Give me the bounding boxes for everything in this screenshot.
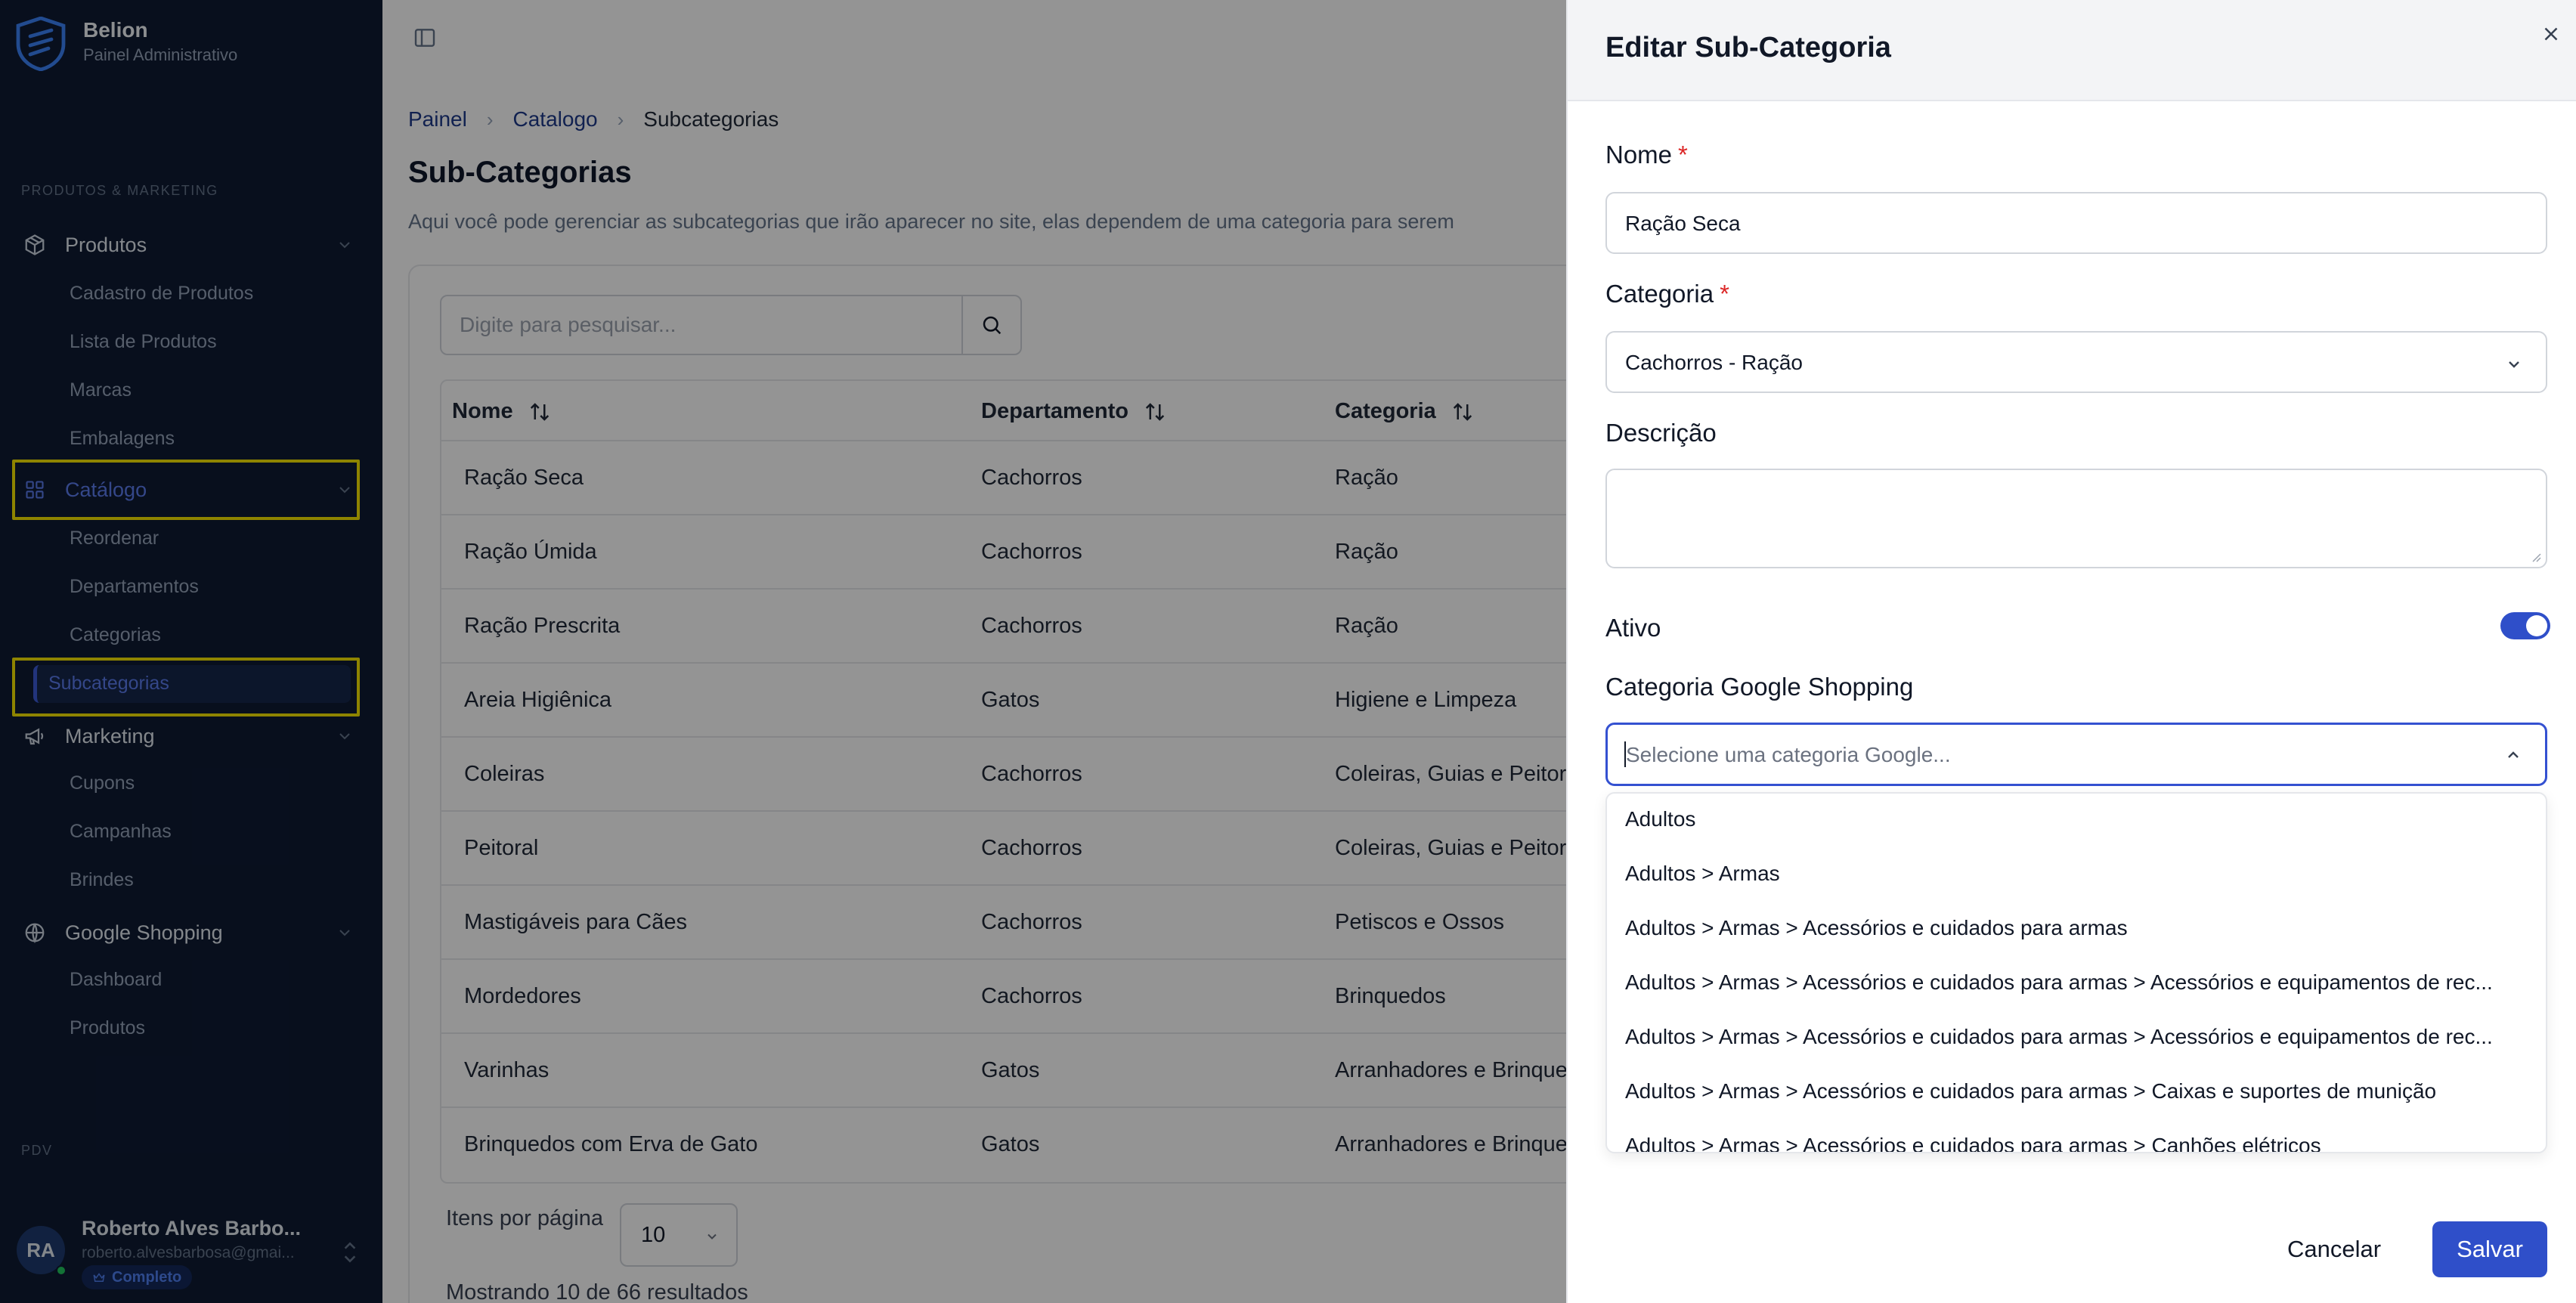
descricao-textarea[interactable] <box>1605 469 2547 568</box>
nome-value: Ração Seca <box>1625 212 1741 235</box>
save-button[interactable]: Salvar <box>2432 1221 2547 1277</box>
cancel-button[interactable]: Cancelar <box>2271 1221 2398 1277</box>
google-category-label: Categoria Google Shopping <box>1605 673 1914 701</box>
dropdown-option[interactable]: Adultos > Armas > Acessórios e cuidados … <box>1625 970 2529 995</box>
toggle-knob <box>2526 615 2547 636</box>
edit-subcategory-drawer: Editar Sub-Categoria Nome * Ração Seca Ca… <box>1566 0 2576 1303</box>
categoria-select[interactable]: Cachorros - Ração <box>1605 331 2547 393</box>
modal-overlay[interactable] <box>0 0 1566 1303</box>
drawer-footer: Cancelar Salvar <box>1568 1194 2576 1303</box>
chevron-up-icon <box>2508 751 2519 758</box>
dropdown-option[interactable]: Adultos > Armas > Acessórios e cuidados … <box>1625 916 2529 940</box>
ativo-toggle[interactable] <box>2500 612 2550 639</box>
drawer-header: Editar Sub-Categoria <box>1568 0 2576 101</box>
dropdown-option[interactable]: Adultos <box>1625 807 2529 831</box>
nome-field[interactable]: Ração Seca <box>1605 192 2547 254</box>
nome-label-text: Nome <box>1605 141 1673 169</box>
categoria-value: Cachorros - Ração <box>1625 351 1803 374</box>
drawer-title: Editar Sub-Categoria <box>1605 32 1891 63</box>
resize-grip-icon[interactable] <box>2531 552 2541 562</box>
required-asterisk: * <box>1720 280 1729 308</box>
google-category-placeholder: Selecione uma categoria Google... <box>1626 743 1951 766</box>
google-category-dropdown: Adultos Adultos > Armas Adultos > Armas … <box>1605 792 2547 1153</box>
dropdown-option[interactable]: Adultos > Armas > Acessórios e cuidados … <box>1625 1079 2529 1103</box>
google-category-combobox[interactable]: Selecione uma categoria Google... <box>1605 723 2547 786</box>
dropdown-option[interactable]: Adultos > Armas > Acessórios e cuidados … <box>1625 1025 2529 1049</box>
dropdown-option[interactable]: Adultos > Armas > Acessórios e cuidados … <box>1625 1134 2529 1152</box>
chevron-down-icon <box>2509 361 2519 368</box>
ativo-label: Ativo <box>1605 614 1661 642</box>
nome-label: Nome * <box>1605 141 1688 169</box>
required-asterisk: * <box>1678 141 1688 169</box>
close-icon[interactable] <box>2540 23 2562 45</box>
descricao-label: Descrição <box>1605 419 1717 447</box>
categoria-label-text: Categoria <box>1605 280 1714 308</box>
dropdown-option[interactable]: Adultos > Armas <box>1625 862 2529 886</box>
categoria-label: Categoria * <box>1605 280 1729 308</box>
